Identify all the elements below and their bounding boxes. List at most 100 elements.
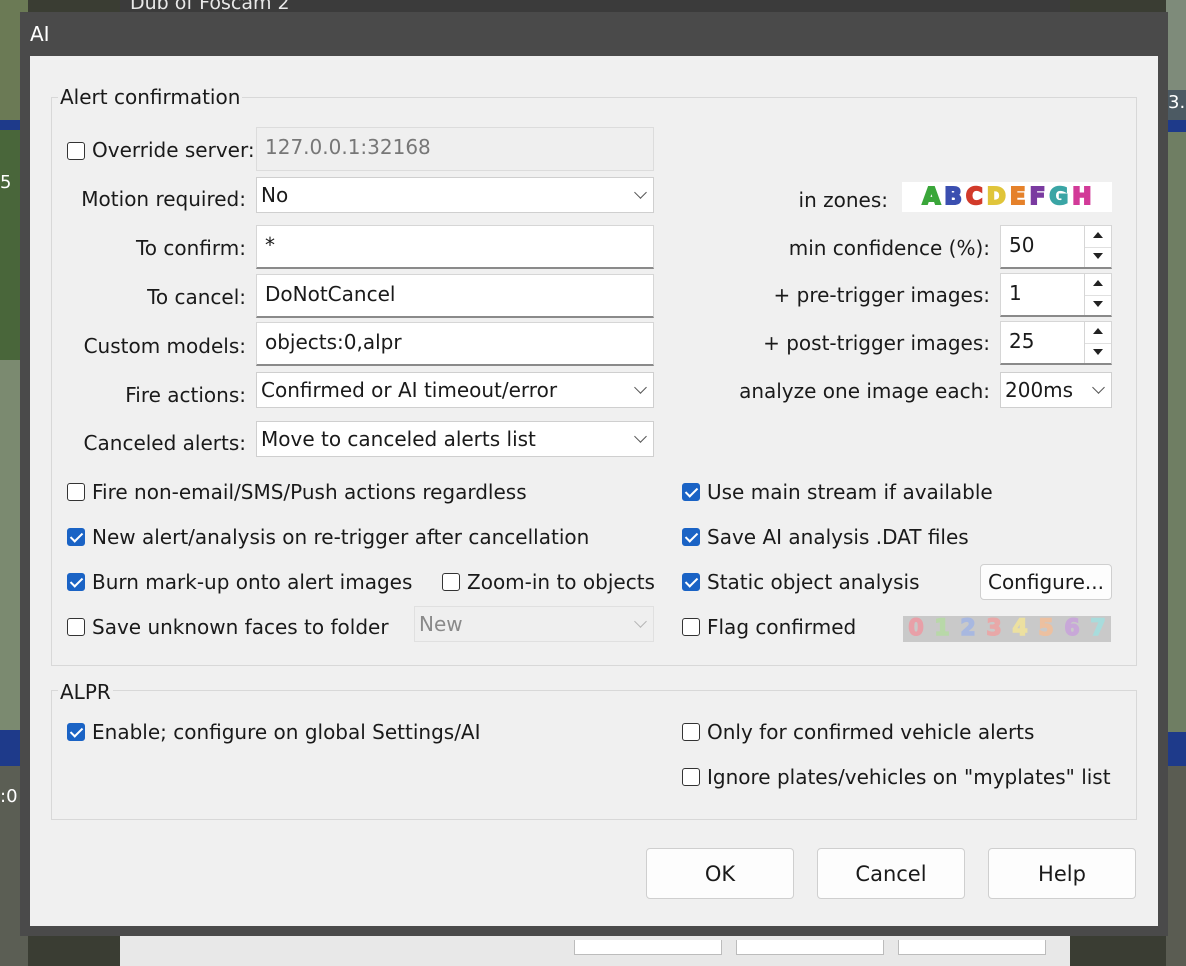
save-faces-checkbox[interactable]: [67, 618, 85, 636]
spinner-buttons: [1084, 274, 1111, 315]
burn-markup-checkbox[interactable]: [67, 573, 85, 591]
flag-confirmed-checkbox[interactable]: [682, 618, 700, 636]
zone-b[interactable]: B: [943, 183, 962, 211]
flag-digit-7[interactable]: 7: [1085, 615, 1111, 642]
motion-required-label: Motion required:: [81, 187, 246, 211]
alpr-enable-checkbox[interactable]: [67, 723, 85, 741]
pre-trigger-label: + pre-trigger images:: [773, 283, 990, 307]
analyze-each-label: analyze one image each:: [739, 379, 990, 403]
canceled-alerts-label: Canceled alerts:: [83, 431, 246, 455]
analyze-each-value: 200ms: [1005, 378, 1074, 402]
to-cancel-input[interactable]: DoNotCancel: [256, 274, 654, 318]
zone-d[interactable]: D: [986, 183, 1007, 211]
fire-actions-select[interactable]: Confirmed or AI timeout/error: [256, 372, 654, 408]
save-dat-checkbox[interactable]: [682, 528, 700, 546]
ignore-myplates-label: Ignore plates/vehicles on "myplates" lis…: [707, 765, 1111, 789]
ok-button[interactable]: OK: [646, 848, 794, 899]
custom-models-label: Custom models:: [83, 334, 246, 358]
custom-models-input[interactable]: objects:0,alpr: [256, 322, 654, 366]
min-confidence-value: 50: [1009, 233, 1035, 257]
alpr-enable-label: Enable; configure on global Settings/AI: [92, 720, 481, 744]
to-cancel-label: To cancel:: [147, 285, 246, 309]
min-confidence-spinner[interactable]: 50: [1000, 225, 1112, 269]
spin-down-button[interactable]: [1085, 295, 1111, 316]
flag-confirmed-label: Flag confirmed: [707, 615, 857, 639]
to-confirm-label: To confirm:: [135, 236, 246, 260]
zoom-in-checkbox[interactable]: [442, 573, 460, 591]
flag-digit-3[interactable]: 3: [981, 615, 1007, 642]
chevron-down-icon: [634, 615, 647, 628]
fire-non-email-label: Fire non-email/SMS/Push actions regardle…: [92, 480, 527, 504]
faces-folder-value: New: [419, 612, 463, 636]
post-trigger-spinner[interactable]: 25: [1000, 321, 1112, 365]
chevron-down-icon: [634, 430, 647, 443]
post-trigger-value: 25: [1009, 329, 1035, 353]
use-main-stream-checkbox[interactable]: [682, 483, 700, 501]
spin-up-button[interactable]: [1085, 322, 1111, 344]
flag-digit-4[interactable]: 4: [1007, 615, 1033, 642]
canceled-alerts-select[interactable]: Move to canceled alerts list: [256, 421, 654, 457]
ignore-myplates-checkbox[interactable]: [682, 768, 700, 786]
new-alert-retrigger-checkbox[interactable]: [67, 528, 85, 546]
flag-digit-6[interactable]: 6: [1059, 615, 1085, 642]
analyze-each-select[interactable]: 200ms: [1000, 372, 1112, 408]
override-server-checkbox[interactable]: [67, 142, 85, 160]
zone-f[interactable]: F: [1029, 183, 1047, 211]
zone-c[interactable]: C: [965, 183, 984, 211]
save-dat-label: Save AI analysis .DAT files: [707, 525, 969, 549]
new-alert-retrigger-label: New alert/analysis on re-trigger after c…: [92, 525, 590, 549]
fire-actions-value: Confirmed or AI timeout/error: [261, 378, 558, 402]
background-text-bottom: :0: [0, 786, 18, 807]
cancel-button[interactable]: Cancel: [817, 848, 965, 899]
static-object-checkbox[interactable]: [682, 573, 700, 591]
background-button: [574, 940, 722, 955]
spinner-buttons: [1084, 322, 1111, 363]
static-object-label: Static object analysis: [707, 570, 920, 594]
chevron-down-icon: [634, 186, 647, 199]
pre-trigger-spinner[interactable]: 1: [1000, 273, 1112, 317]
alpr-group: [51, 690, 1137, 820]
zone-h[interactable]: H: [1071, 183, 1092, 211]
faces-folder-select[interactable]: New: [414, 606, 654, 642]
help-button[interactable]: Help: [988, 848, 1136, 899]
spinner-buttons: [1084, 226, 1111, 267]
only-confirmed-checkbox[interactable]: [682, 723, 700, 741]
spin-up-button[interactable]: [1085, 274, 1111, 296]
fire-actions-label: Fire actions:: [125, 383, 246, 407]
alert-confirmation-title: Alert confirmation: [58, 85, 243, 109]
only-confirmed-label: Only for confirmed vehicle alerts: [707, 720, 1035, 744]
spin-down-button[interactable]: [1085, 343, 1111, 364]
flag-digit-0[interactable]: 0: [903, 615, 929, 642]
spin-down-button[interactable]: [1085, 247, 1111, 268]
to-confirm-input[interactable]: *: [256, 225, 654, 269]
flag-digit-1[interactable]: 1: [929, 615, 955, 642]
pre-trigger-value: 1: [1009, 281, 1022, 305]
post-trigger-label: + post-trigger images:: [763, 331, 990, 355]
background-text-right: 3.: [1168, 92, 1186, 113]
flag-digits[interactable]: 01234567: [903, 615, 1113, 643]
background-right-edge: [1166, 0, 1186, 966]
save-faces-label: Save unknown faces to folder: [92, 615, 389, 639]
canceled-alerts-value: Move to canceled alerts list: [261, 427, 536, 451]
flag-digit-5[interactable]: 5: [1033, 615, 1059, 642]
zone-a[interactable]: A: [922, 183, 942, 211]
in-zones-label: in zones:: [798, 188, 888, 212]
alpr-title: ALPR: [58, 680, 113, 704]
spin-up-button[interactable]: [1085, 226, 1111, 248]
zone-e[interactable]: E: [1009, 183, 1027, 211]
chevron-down-icon: [1092, 381, 1105, 394]
zone-selector[interactable]: ABCDEFGH: [902, 182, 1112, 212]
use-main-stream-label: Use main stream if available: [707, 480, 993, 504]
background-button: [898, 940, 1046, 955]
background-button: [736, 940, 884, 955]
motion-required-value: No: [261, 183, 289, 207]
burn-markup-label: Burn mark-up onto alert images: [92, 570, 413, 594]
fire-non-email-checkbox[interactable]: [67, 483, 85, 501]
override-server-input[interactable]: 127.0.0.1:32168: [256, 127, 654, 171]
flag-digit-2[interactable]: 2: [955, 615, 981, 642]
override-server-label: Override server:: [92, 138, 255, 162]
motion-required-select[interactable]: No: [256, 177, 654, 213]
zone-g[interactable]: G: [1048, 183, 1069, 211]
zoom-in-label: Zoom-in to objects: [467, 570, 655, 594]
configure-button[interactable]: Configure...: [980, 564, 1112, 600]
